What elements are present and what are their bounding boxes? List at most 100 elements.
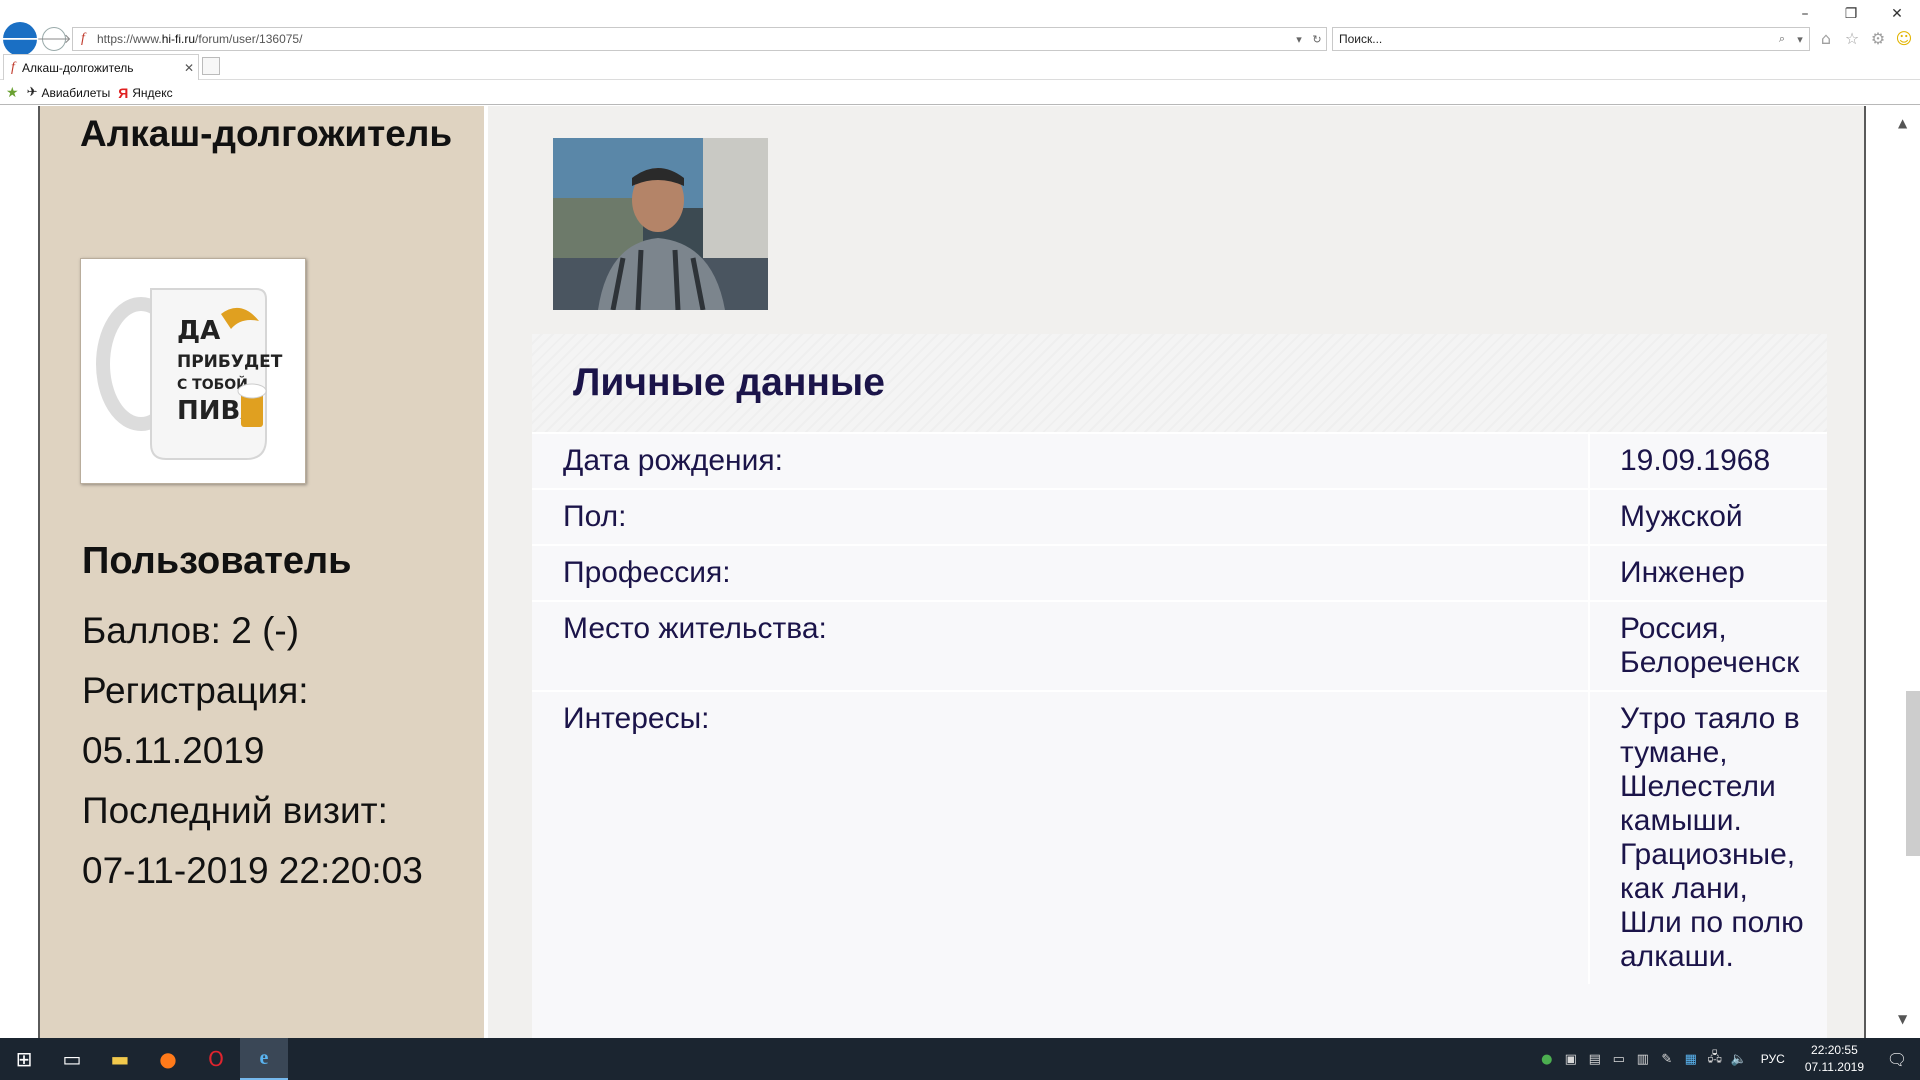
- panel-header: Личные данные: [532, 334, 1827, 432]
- scroll-thumb[interactable]: [1906, 691, 1920, 856]
- favorites-star-icon[interactable]: ☆: [1842, 28, 1862, 48]
- tray-app-icon[interactable]: ✎: [1655, 1052, 1679, 1067]
- points-text: Баллов: 2 (-): [82, 610, 300, 651]
- registration-label: Регистрация:: [82, 670, 309, 711]
- favorite-label: Авиабилеты: [41, 85, 111, 100]
- tray-app-icon[interactable]: ●: [1535, 1052, 1559, 1067]
- browser-chrome: 🡐 🡒 f https://www.hi-fi.ru/forum/user/13…: [0, 0, 1920, 60]
- scroll-up-icon[interactable]: ▲: [1898, 116, 1907, 130]
- search-box[interactable]: Поиск... ⌕ ▾: [1332, 27, 1810, 51]
- yandex-icon: Я: [118, 84, 129, 101]
- field-label: Пол:: [563, 500, 627, 533]
- tray-app-icon[interactable]: ▦: [1679, 1052, 1703, 1067]
- tray-app-icon[interactable]: ▤: [1583, 1052, 1607, 1067]
- address-bar[interactable]: f https://www.hi-fi.ru/forum/user/136075…: [72, 27, 1327, 51]
- user-role: Пользователь: [82, 540, 352, 582]
- tray-app-icon[interactable]: ▥: [1631, 1052, 1655, 1067]
- last-visit-label: Последний визит:: [82, 790, 388, 831]
- mug-text-line: С ТОБОЙ: [177, 376, 248, 393]
- user-photo: [553, 138, 768, 310]
- field-value: Утро таяло в тумане, Шелестели камыши. Г…: [1588, 692, 1827, 984]
- page-scrollbar[interactable]: ▲ ▼: [1866, 106, 1920, 1038]
- new-tab-button[interactable]: [202, 57, 220, 75]
- user-avatar: ДА ПРИБУДЕТ С ТОБОЙ ПИВА: [80, 258, 306, 484]
- url-domain: hi-fi.ru: [161, 32, 196, 46]
- input-language[interactable]: РУС: [1751, 1052, 1795, 1066]
- action-center-icon[interactable]: 🗨: [1874, 1038, 1920, 1080]
- mug-text-line: ПРИБУДЕТ: [177, 352, 283, 372]
- url-prefix: https://www.: [97, 32, 162, 46]
- scroll-down-icon[interactable]: ▼: [1898, 1012, 1907, 1026]
- window-controls: – ❐ ✕: [1782, 0, 1920, 28]
- field-label: Интересы:: [563, 702, 710, 735]
- profile-page: Алкаш-долгожитель ДА ПРИБУДЕТ С ТОБОЙ ПИ…: [38, 106, 1866, 1038]
- tab-favicon-icon: f: [11, 59, 15, 75]
- beer-mug-image: ДА ПРИБУДЕТ С ТОБОЙ ПИВА: [96, 288, 283, 460]
- forward-button[interactable]: 🡒: [37, 27, 71, 51]
- network-icon[interactable]: 🖧: [1703, 1048, 1727, 1070]
- field-label: Место жительства:: [563, 612, 827, 645]
- field-label: Дата рождения:: [563, 444, 783, 477]
- add-favorite-icon[interactable]: ★: [6, 85, 19, 101]
- file-explorer-icon[interactable]: ▬: [96, 1038, 144, 1080]
- clock-time: 22:20:55: [1811, 1043, 1858, 1057]
- tab-strip: f Алкаш-долгожитель ✕: [0, 54, 1920, 80]
- personal-data-panel: Личные данные Дата рождения: 19.09.1968 …: [532, 334, 1827, 1038]
- field-value: Мужской: [1588, 490, 1827, 544]
- last-visit-date: 07-11-2019 22:20:03: [82, 850, 423, 891]
- settings-gear-icon[interactable]: ⚙: [1868, 28, 1888, 48]
- user-stats: Баллов: 2 (-) Регистрация: 05.11.2019 По…: [82, 601, 423, 901]
- taskbar-apps: ⊞ ▭ ▬ ● O e: [0, 1038, 288, 1080]
- favorite-aviabilety[interactable]: ✈ Авиабилеты: [27, 85, 111, 100]
- back-button[interactable]: 🡐: [0, 22, 50, 56]
- favorites-bar: ★ ✈ Авиабилеты Я Яндекс: [0, 81, 1920, 105]
- mug-text-line: ДА: [177, 316, 220, 346]
- search-icon[interactable]: ⌕: [1773, 32, 1791, 46]
- refresh-icon[interactable]: ↻: [1308, 33, 1326, 46]
- tab-close-icon[interactable]: ✕: [180, 61, 198, 75]
- table-row: Профессия: Инженер: [532, 544, 1827, 600]
- search-dropdown-icon[interactable]: ▾: [1791, 33, 1809, 46]
- favorite-yandex[interactable]: Я Яндекс: [118, 85, 172, 101]
- field-value: Россия, Белореченск: [1588, 602, 1827, 690]
- opera-icon[interactable]: O: [192, 1038, 240, 1080]
- table-row: Дата рождения: 19.09.1968: [532, 432, 1827, 488]
- address-dropdown-icon[interactable]: ▾: [1290, 33, 1308, 46]
- user-title: Алкаш-долгожитель: [80, 113, 453, 154]
- url-text[interactable]: https://www.hi-fi.ru/forum/user/136075/: [93, 32, 1290, 46]
- field-value: Инженер: [1588, 546, 1827, 600]
- close-window-button[interactable]: ✕: [1874, 0, 1920, 28]
- firefox-icon[interactable]: ●: [144, 1038, 192, 1080]
- profile-content: Личные данные Дата рождения: 19.09.1968 …: [492, 106, 1866, 1038]
- page-viewport: Алкаш-долгожитель ДА ПРИБУДЕТ С ТОБОЙ ПИ…: [0, 106, 1920, 1038]
- display-icon[interactable]: ▭: [1607, 1052, 1631, 1067]
- task-view-icon[interactable]: ▭: [48, 1038, 96, 1080]
- field-label: Профессия:: [563, 556, 731, 589]
- tab-active[interactable]: f Алкаш-долгожитель ✕: [3, 54, 199, 80]
- registration-date: 05.11.2019: [82, 730, 265, 771]
- favorite-label: Яндекс: [132, 85, 173, 100]
- table-row: Интересы: Утро таяло в тумане, Шелестели…: [532, 690, 1827, 984]
- volume-icon[interactable]: 🔈: [1727, 1052, 1751, 1067]
- table-row: Место жительства: Россия, Белореченск: [532, 600, 1827, 690]
- minimize-button[interactable]: –: [1782, 0, 1828, 28]
- panel-title: Личные данные: [573, 361, 885, 404]
- tray-app-icon[interactable]: ▣: [1559, 1052, 1583, 1067]
- plane-icon: ✈: [26, 85, 38, 100]
- tab-title: Алкаш-долгожитель: [22, 60, 134, 75]
- start-windows-icon[interactable]: ⊞: [0, 1038, 48, 1080]
- ie-toolbar: ⌂ ☆ ⚙ ☺: [1816, 28, 1914, 48]
- search-input[interactable]: Поиск...: [1333, 32, 1773, 46]
- field-value: 19.09.1968: [1588, 434, 1827, 488]
- clock-date: 07.11.2019: [1804, 1060, 1864, 1074]
- site-favicon-icon: f: [81, 31, 85, 46]
- table-row: Пол: Мужской: [532, 488, 1827, 544]
- user-sidebar: Алкаш-долгожитель ДА ПРИБУДЕТ С ТОБОЙ ПИ…: [40, 106, 488, 1038]
- restore-button[interactable]: ❐: [1828, 0, 1874, 28]
- url-path: /forum/user/136075/: [195, 32, 303, 46]
- home-icon[interactable]: ⌂: [1816, 28, 1836, 48]
- internet-explorer-icon[interactable]: e: [240, 1038, 288, 1080]
- windows-taskbar: ⊞ ▭ ▬ ● O e ● ▣ ▤ ▭ ▥ ✎ ▦ 🖧 🔈 РУС 22:20:…: [0, 1038, 1920, 1080]
- clock[interactable]: 22:20:55 07.11.2019: [1795, 1042, 1874, 1076]
- feedback-smiley-icon[interactable]: ☺: [1894, 28, 1914, 48]
